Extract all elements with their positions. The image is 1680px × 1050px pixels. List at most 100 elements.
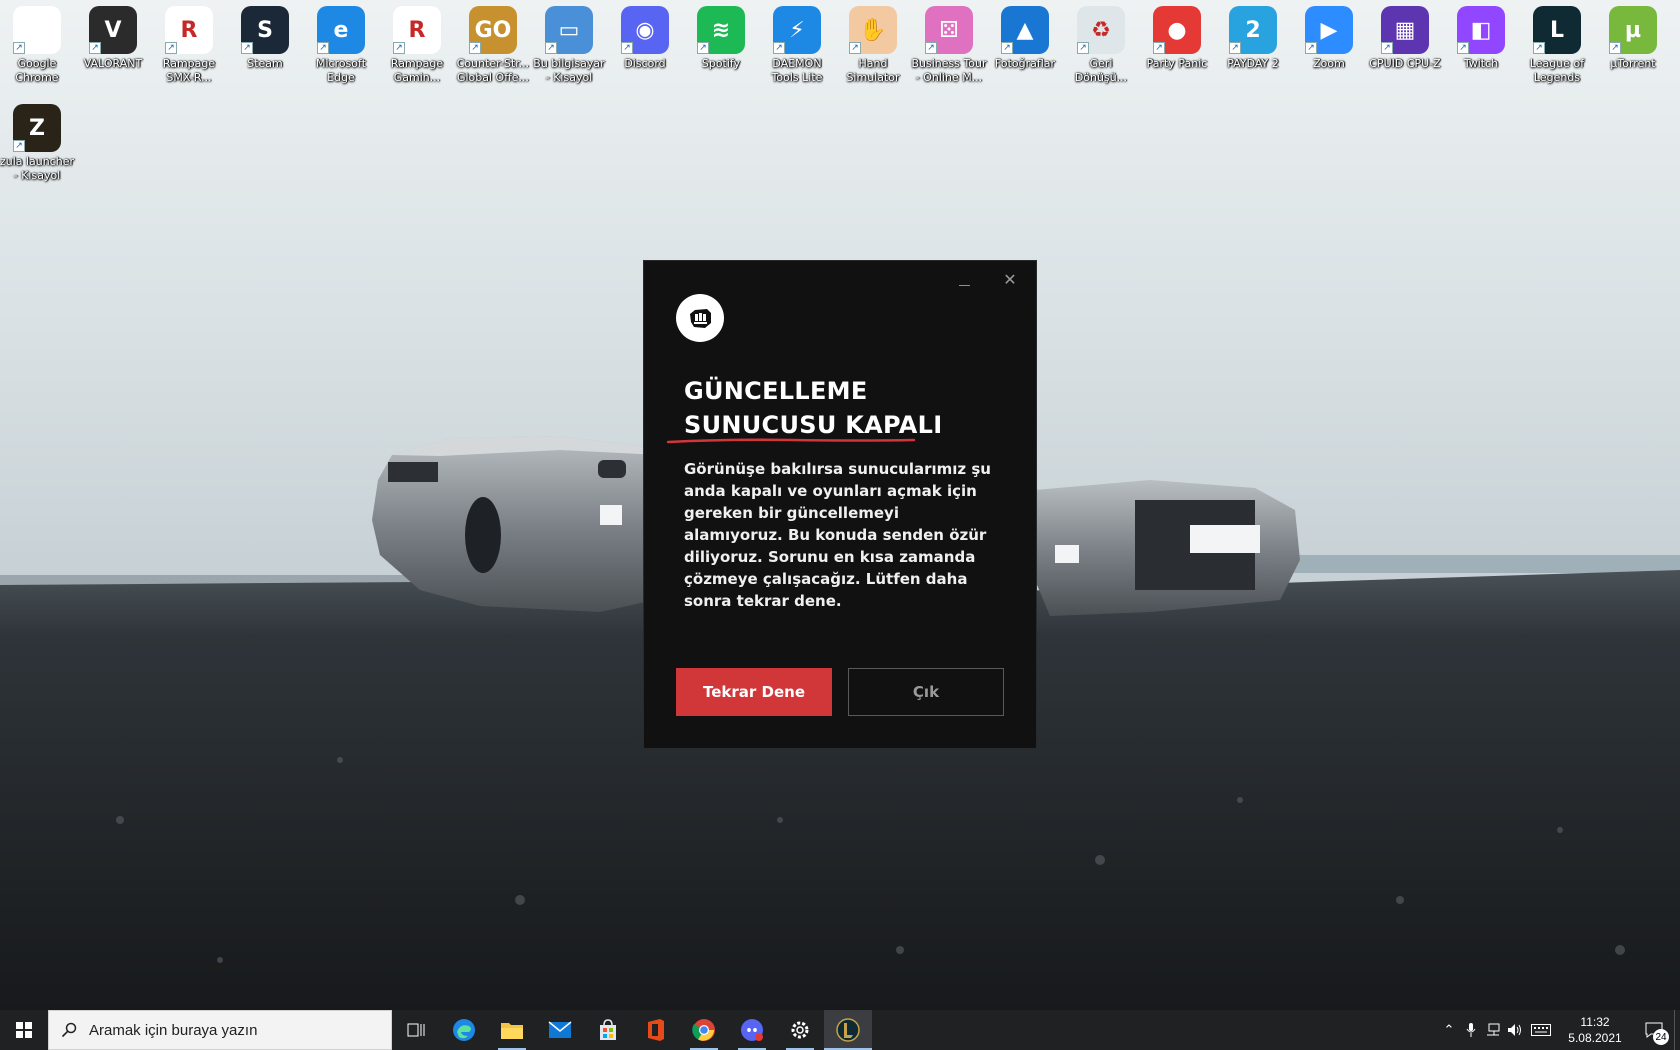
this-pc-icon: ▭ ↗ (545, 6, 593, 54)
start-button[interactable] (0, 1010, 48, 1050)
icon-glyph: ✋ (859, 17, 887, 43)
desktop-shortcut-spotify[interactable]: ≋ ↗ Spotify (684, 0, 758, 90)
desktop-shortcut-payday2[interactable]: 2 ↗ PAYDAY 2 (1216, 0, 1290, 90)
desktop-shortcut-label: PAYDAY 2 (1227, 57, 1279, 70)
store-icon (600, 1019, 616, 1040)
office-icon (648, 1019, 664, 1041)
daemon-tools-icon: ⚡ ↗ (773, 6, 821, 54)
taskbar-task-view[interactable] (392, 1010, 440, 1050)
dialog-message: Görünüşe bakılırsa sunucularımız şu anda… (684, 460, 991, 610)
icon-glyph: ▭ (558, 17, 580, 43)
close-icon: ✕ (1003, 270, 1017, 289)
microphone-icon (1466, 1023, 1476, 1037)
minimize-button[interactable] (956, 273, 974, 291)
shortcut-arrow-icon: ↗ (1533, 42, 1545, 54)
search-icon (61, 1022, 77, 1038)
icon-glyph: S (257, 17, 273, 43)
taskbar-settings[interactable] (776, 1010, 824, 1050)
network-button[interactable] (1482, 1010, 1504, 1050)
volume-button[interactable] (1504, 1010, 1526, 1050)
quit-button[interactable]: Çık (848, 668, 1004, 716)
desktop-shortcut-label: Bu bilgisayar - Kısayol (533, 57, 605, 84)
shortcut-arrow-icon: ↗ (469, 42, 481, 54)
icon-glyph: L (1549, 17, 1565, 43)
icon-glyph: ⚡ (789, 17, 805, 43)
desktop-shortcut-label: Rampage Gamin... (390, 57, 444, 84)
desktop-shortcut-chrome[interactable]: ↗ Google Chrome (0, 0, 74, 90)
desktop-shortcut-valorant[interactable]: V ↗ VALORANT (76, 0, 150, 90)
chrome-icon: ↗ (13, 6, 61, 54)
desktop-shortcut-twitch[interactable]: ◧ ↗ Twitch (1444, 0, 1518, 90)
icon-glyph: V (104, 17, 122, 43)
shortcut-arrow-icon: ↗ (1305, 42, 1317, 54)
keyboard-button[interactable] (1526, 1010, 1556, 1050)
notification-count-badge: 24 (1653, 1029, 1669, 1045)
taskbar-office[interactable] (632, 1010, 680, 1050)
shortcut-arrow-icon: ↗ (1153, 42, 1165, 54)
desktop-shortcut-edge[interactable]: e ↗ Microsoft Edge (304, 0, 378, 90)
taskbar-search[interactable]: Aramak için buraya yazın (48, 1010, 392, 1050)
icon-glyph: ≋ (711, 17, 731, 43)
taskbar-file-explorer[interactable] (488, 1010, 536, 1050)
taskbar-chrome[interactable] (680, 1010, 728, 1050)
shortcut-arrow-icon: ↗ (393, 42, 405, 54)
desktop-shortcut-rampage-smx[interactable]: R ↗ Rampage SMX-R... (152, 0, 226, 90)
desktop-shortcut-recycle-bin[interactable]: ♻ ↗ Geri Dönüşü... (1064, 0, 1138, 90)
desktop-shortcut-cpu-z[interactable]: ▦ ↗ CPUID CPU-Z (1368, 0, 1442, 90)
desktop-shortcut-this-pc[interactable]: ▭ ↗ Bu bilgisayar - Kısayol (532, 0, 606, 90)
desktop-shortcut-league-of-legends[interactable]: L ↗ League of Legends (1520, 0, 1594, 90)
shortcut-arrow-icon: ↗ (773, 42, 785, 54)
icon-glyph: R (180, 17, 198, 43)
taskbar-mail[interactable] (536, 1010, 584, 1050)
desktop-shortcut-party-panic[interactable]: ● ↗ Party Panic (1140, 0, 1214, 90)
valorant-icon: V ↗ (89, 6, 137, 54)
desktop-shortcut-label: Twitch (1463, 57, 1499, 70)
business-tour-icon: ⚄ ↗ (925, 6, 973, 54)
close-button[interactable]: ✕ (1001, 271, 1019, 289)
action-center-button[interactable]: 24 (1634, 1010, 1674, 1050)
steam-icon: S ↗ (241, 6, 289, 54)
search-placeholder: Aramak için buraya yazın (89, 1021, 258, 1039)
cpu-z-icon: ▦ ↗ (1381, 6, 1429, 54)
desktop-shortcut-hand-simulator[interactable]: ✋ ↗ Hand Simulator (836, 0, 910, 90)
shortcut-arrow-icon: ↗ (849, 42, 861, 54)
taskbar-league-client[interactable] (824, 1010, 872, 1050)
clock[interactable]: 11:32 5.08.2021 (1556, 1014, 1634, 1046)
desktop: ↗ Google Chrome V ↗ VALORANT R ↗ Rampage SMX-R.… (0, 0, 1680, 1010)
taskbar-discord[interactable] (728, 1010, 776, 1050)
desktop-shortcut-discord[interactable]: ◉ ↗ Discord (608, 0, 682, 90)
spotify-icon: ≋ ↗ (697, 6, 745, 54)
taskbar-store[interactable] (584, 1010, 632, 1050)
photos-icon: ▲ ↗ (1001, 6, 1049, 54)
icon-glyph: GO (474, 17, 512, 43)
show-desktop-button[interactable] (1674, 1010, 1680, 1050)
icon-glyph: ⚄ (939, 17, 959, 43)
desktop-shortcut-zoom[interactable]: ▶ ↗ Zoom (1292, 0, 1366, 90)
desktop-shortcut-business-tour[interactable]: ⚄ ↗ Business Tour - Online M... (911, 0, 987, 90)
taskbar-edge[interactable] (440, 1010, 488, 1050)
league-of-legends-icon: L ↗ (1533, 6, 1581, 54)
shortcut-arrow-icon: ↗ (1001, 42, 1013, 54)
desktop-shortcut-utorrent[interactable]: µ ↗ µTorrent (1596, 0, 1670, 90)
desktop-shortcut-label: Party Panic (1146, 57, 1208, 70)
retry-button[interactable]: Tekrar Dene (676, 668, 832, 716)
chrome-icon (692, 1019, 715, 1041)
edge-icon: e ↗ (317, 6, 365, 54)
utorrent-icon: µ ↗ (1609, 6, 1657, 54)
desktop-shortcut-steam[interactable]: S ↗ Steam (228, 0, 302, 90)
icon-glyph: Z (29, 115, 45, 141)
desktop-shortcut-rampage-gaming[interactable]: R ↗ Rampage Gamin... (380, 0, 454, 90)
tray-overflow-button[interactable]: ⌃ (1438, 1010, 1460, 1050)
shortcut-arrow-icon: ↗ (1077, 42, 1089, 54)
shortcut-arrow-icon: ↗ (697, 42, 709, 54)
desktop-shortcut-csgo[interactable]: GO ↗ Counter-Str... Global Offe... (456, 0, 530, 90)
icon-glyph: ♻ (1091, 17, 1111, 43)
shortcut-arrow-icon: ↗ (1609, 42, 1621, 54)
desktop-shortcut-zula-launcher[interactable]: Z ↗ zula launcher - Kısayol (0, 98, 74, 188)
desktop-shortcut-photos[interactable]: ▲ ↗ Fotoğraflar (988, 0, 1062, 90)
microphone-button[interactable] (1460, 1010, 1482, 1050)
desktop-shortcut-daemon-tools[interactable]: ⚡ ↗ DAEMON Tools Lite (760, 0, 834, 90)
desktop-shortcut-label: Discord (624, 57, 666, 70)
discord-icon: ◉ ↗ (621, 6, 669, 54)
dialog-title: GÜNCELLEME SUNUCUSU KAPALI (684, 374, 974, 442)
